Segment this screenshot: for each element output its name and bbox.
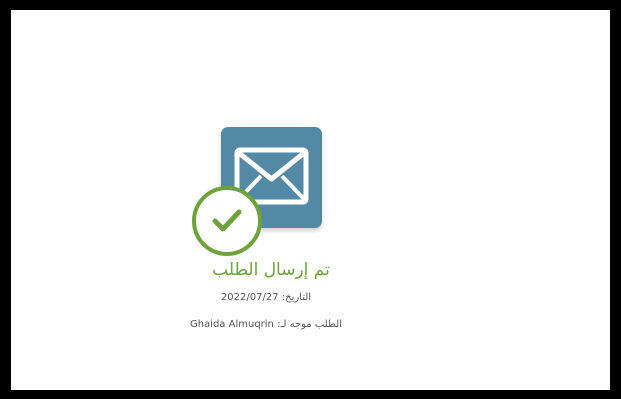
request-date: التاريخ: 2022/07/27 [141, 291, 391, 305]
checkmark-glyph [212, 209, 242, 232]
date-label: التاريخ: [281, 292, 312, 303]
recipient-name: Ghaida Almuqrin [189, 319, 274, 330]
request-recipient: الطلب موجه لـ: Ghaida Almuqrin [141, 318, 391, 332]
confirmation-title: تم إرسال الطلب [212, 260, 330, 280]
recipient-label: الطلب موجه لـ: [277, 319, 343, 330]
confirmation-panel: تم إرسال الطلب التاريخ: 2022/07/27 الطلب… [11, 10, 610, 390]
window-frame: تم إرسال الطلب التاريخ: 2022/07/27 الطلب… [11, 10, 610, 390]
date-value: 2022/07/27 [220, 292, 279, 303]
check-circle-icon [192, 186, 262, 256]
